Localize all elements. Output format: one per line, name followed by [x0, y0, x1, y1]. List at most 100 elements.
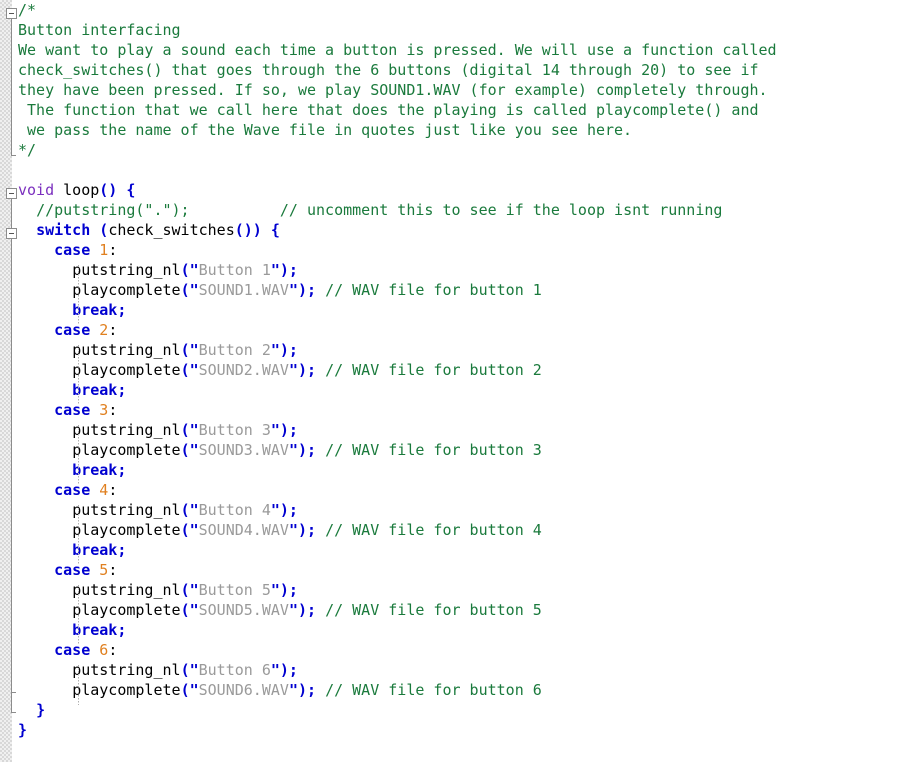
code-token: ; [117, 381, 127, 399]
indent-guide [78, 585, 79, 645]
code-line: break; [0, 620, 905, 640]
code-token: */ [18, 141, 37, 159]
code-token: putstring_nl [72, 421, 181, 439]
code-token: Button 2 [198, 341, 271, 359]
code-line: /* [0, 0, 905, 20]
code-line: void loop() { [0, 180, 905, 200]
code-token: : [108, 641, 118, 659]
code-token: 4 [99, 481, 109, 499]
code-token: putstring_nl [72, 501, 181, 519]
code-token: (" [180, 421, 199, 439]
code-token: playcomplete [72, 681, 181, 699]
code-token: // WAV file for button 3 [325, 441, 542, 459]
code-token: // WAV file for button 4 [325, 521, 542, 539]
code-line: putstring_nl("Button 3"); [0, 420, 905, 440]
code-token: (" [180, 261, 199, 279]
indent-guide [78, 505, 79, 565]
code-line: playcomplete("SOUND3.WAV"); // WAV file … [0, 440, 905, 460]
code-token: void [18, 181, 55, 199]
code-token: 5 [99, 561, 109, 579]
code-token: We want to play a sound each time a butt… [18, 41, 777, 59]
code-token: ()) { [234, 221, 280, 239]
indent-guide [78, 665, 79, 705]
code-token: (" [180, 341, 199, 359]
code-line: case 3: [0, 400, 905, 420]
code-token: "); [288, 521, 317, 539]
code-line: playcomplete("SOUND5.WAV"); // WAV file … [0, 600, 905, 620]
code-token: Button 3 [198, 421, 271, 439]
code-token: "); [288, 441, 317, 459]
code-line: break; [0, 380, 905, 400]
code-token: (" [180, 681, 199, 699]
code-token: "); [270, 261, 298, 279]
indent-guide [78, 265, 79, 325]
code-line: switch (check_switches()) { [0, 220, 905, 240]
code-token: SOUND6.WAV [198, 681, 289, 699]
code-token: playcomplete [72, 521, 181, 539]
code-token: Button 1 [198, 261, 271, 279]
code-line: case 5: [0, 560, 905, 580]
code-line: we pass the name of the Wave file in quo… [0, 120, 905, 140]
code-line: } [0, 720, 905, 740]
code-token: "); [288, 601, 317, 619]
code-token: Button 4 [198, 501, 271, 519]
code-token: ; [117, 301, 127, 319]
code-token: playcomplete [72, 281, 181, 299]
code-line: The function that we call here that does… [0, 100, 905, 120]
code-token: : [108, 321, 118, 339]
code-token: ; [117, 621, 127, 639]
code-token: SOUND5.WAV [198, 601, 289, 619]
code-token: SOUND2.WAV [198, 361, 289, 379]
code-token: playcomplete [72, 361, 181, 379]
code-token: } [36, 701, 46, 719]
code-token: (" [180, 501, 199, 519]
indent-guide [78, 425, 79, 485]
code-line: break; [0, 460, 905, 480]
indent-guide [78, 345, 79, 405]
code-token: putstring_nl [72, 581, 181, 599]
code-token: () { [99, 181, 136, 199]
code-editor[interactable]: /* Button interfacing We want to play a so… [0, 0, 905, 762]
code-line: playcomplete("SOUND6.WAV"); // WAV file … [0, 680, 905, 700]
code-token: 3 [99, 401, 109, 419]
code-token: playcomplete [72, 601, 181, 619]
code-token: putstring_nl [72, 261, 181, 279]
code-token: // WAV file for button 5 [325, 601, 542, 619]
code-token: "); [270, 501, 298, 519]
code-token: SOUND3.WAV [198, 441, 289, 459]
code-token: Button 6 [198, 661, 271, 679]
code-content[interactable]: /* Button interfacing We want to play a so… [0, 0, 905, 762]
code-token: (" [180, 441, 199, 459]
code-token: ; [117, 541, 127, 559]
code-line: case 4: [0, 480, 905, 500]
code-token: ; [117, 461, 127, 479]
code-token: (" [180, 521, 199, 539]
code-line: putstring_nl("Button 5"); [0, 580, 905, 600]
